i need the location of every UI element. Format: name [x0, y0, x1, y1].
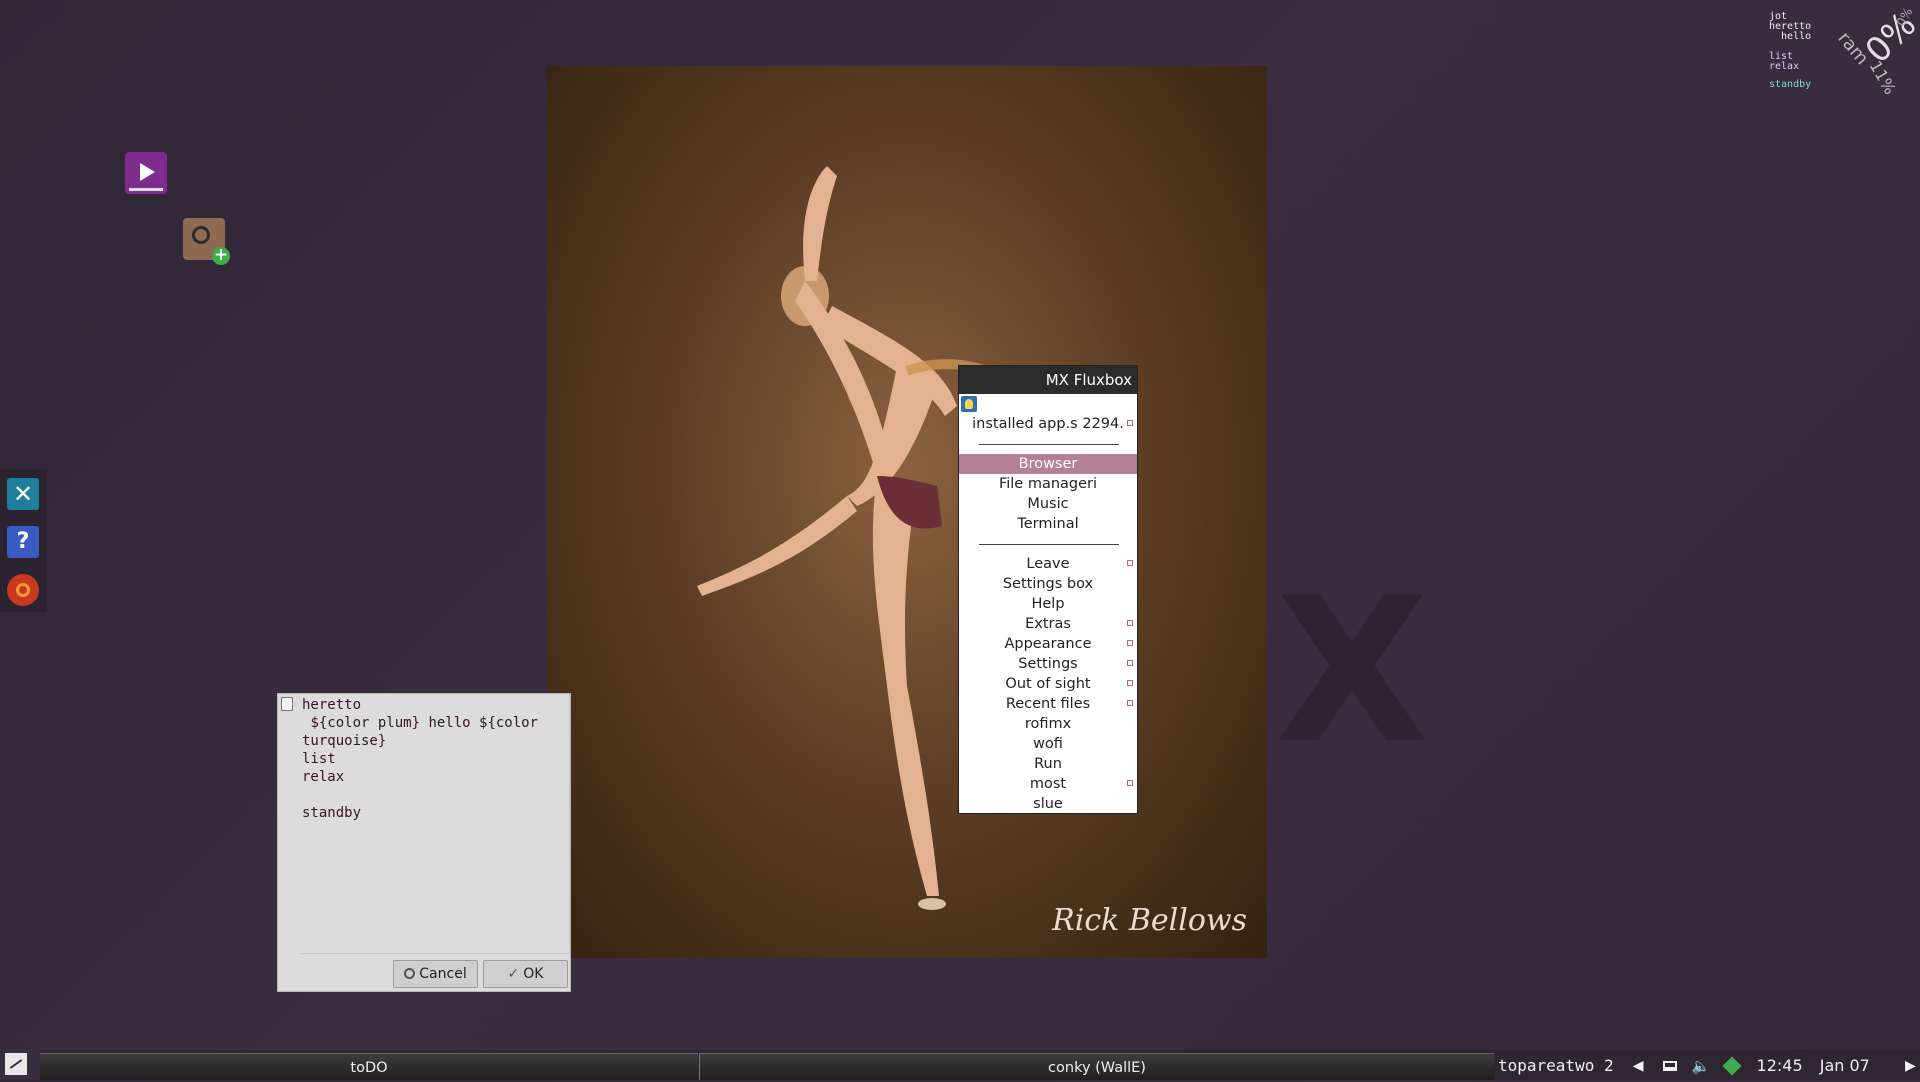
system-tray: topareatwo 2 ◀ 🔈 12:45 Jan 07 ▶ — [1498, 1052, 1920, 1078]
menu-item-label: Music — [1027, 496, 1069, 512]
task-button-todo[interactable]: toDO — [40, 1053, 698, 1080]
menu-item-installed-app-s-2294[interactable]: installed app.s 2294. — [959, 414, 1137, 434]
menu-separator — [979, 444, 1119, 445]
menu-item-label: Settings box — [1002, 576, 1094, 592]
todo-text-area[interactable] — [300, 694, 570, 954]
taskbar-edit-icon[interactable] — [4, 1052, 28, 1076]
network-icon[interactable] — [1722, 1055, 1742, 1076]
submenu-arrow-icon — [1127, 680, 1133, 686]
help-icon[interactable]: ? — [7, 526, 39, 558]
menu-item-label: Recent files — [1005, 696, 1091, 712]
submenu-arrow-icon — [1127, 640, 1133, 646]
clock-date[interactable]: Jan 07 — [1820, 1053, 1870, 1079]
menu-item-browser[interactable]: Browser — [959, 454, 1137, 474]
menu-item-file-manageri[interactable]: File manageri — [959, 474, 1137, 494]
dancer-figure — [697, 166, 1031, 910]
menu-item-run[interactable]: Run — [959, 754, 1137, 774]
menu-item-label: Appearance — [1004, 636, 1092, 652]
video-player-icon[interactable] — [125, 152, 167, 194]
menu-item-label: wofi — [1033, 736, 1063, 752]
submenu-arrow-icon — [1127, 560, 1133, 566]
menu-item-settings-box[interactable]: Settings box — [959, 574, 1137, 594]
menu-item-label: installed app.s 2294. — [972, 416, 1124, 432]
menu-item-slue[interactable]: slue — [959, 794, 1137, 814]
menu-item-leave[interactable]: Leave — [959, 554, 1137, 574]
menu-item-label: Extras — [1025, 616, 1071, 632]
menu-item-label: Browser — [1018, 456, 1078, 472]
ok-label: OK — [523, 966, 544, 982]
submenu-arrow-icon — [1127, 700, 1133, 706]
cancel-label: Cancel — [419, 966, 467, 982]
menu-item-wofi[interactable]: wofi — [959, 734, 1137, 754]
menu-item-label: most — [1029, 776, 1067, 792]
photographer-signature: Rick Bellows — [1052, 903, 1247, 938]
menu-item-label: Settings — [1018, 656, 1078, 672]
workspace-next-arrow-icon[interactable]: ▶ — [1905, 1053, 1916, 1079]
menu-item-label: Terminal — [1017, 516, 1079, 532]
volume-icon[interactable]: 🔈 — [1692, 1053, 1711, 1079]
menu-item-extras[interactable]: Extras — [959, 614, 1137, 634]
wallpaper-watermark: X — [1275, 555, 1429, 788]
submenu-arrow-icon — [1127, 620, 1133, 626]
menu-item-recent-files[interactable]: Recent files — [959, 694, 1137, 714]
menu-item-label: Run — [1034, 756, 1062, 772]
ok-button[interactable]: ✓ OK — [483, 960, 568, 988]
clock-time[interactable]: 12:45 — [1757, 1053, 1803, 1079]
settings-wheel-icon[interactable] — [7, 574, 39, 606]
document-icon — [281, 697, 293, 711]
menu-title: MX Fluxbox — [959, 366, 1137, 394]
ram-percent: 11% — [1865, 57, 1900, 98]
conky-notes-2: list relax — [1769, 51, 1800, 72]
menu-separator — [979, 544, 1119, 545]
conky-notes-3: standby — [1769, 79, 1812, 90]
menu-item-most[interactable]: most — [959, 774, 1137, 794]
menu-item-rofimx[interactable]: rofimx — [959, 714, 1137, 734]
workspace-prev-arrow-icon[interactable]: ◀ — [1633, 1053, 1644, 1079]
menu-item-label: Leave — [1026, 556, 1070, 572]
submenu-arrow-icon — [1127, 780, 1133, 786]
menu-item-label: Out of sight — [1005, 676, 1091, 692]
left-dock: ✕ ? — [0, 470, 47, 612]
menu-item-appearance[interactable]: Appearance — [959, 634, 1137, 654]
menu-item-label: Help — [1031, 596, 1065, 612]
tools-icon[interactable]: ✕ — [7, 478, 39, 510]
menu-item-label: slue — [1033, 796, 1063, 812]
workspace-name[interactable]: topareatwo 2 — [1498, 1053, 1614, 1079]
wallpaper-photo: Rick Bellows — [547, 66, 1267, 958]
menu-app-icon — [961, 396, 977, 412]
menu-item-label: File manageri — [998, 476, 1098, 492]
menu-item-settings[interactable]: Settings — [959, 654, 1137, 674]
task-button-conky[interactable]: conky (WallE) — [699, 1053, 1494, 1080]
cancel-button[interactable]: Cancel — [393, 960, 478, 988]
menu-item-label: rofimx — [1024, 716, 1072, 732]
todo-edit-dialog: Cancel ✓OK — [277, 693, 571, 992]
menu-item-out-of-sight[interactable]: Out of sight — [959, 674, 1137, 694]
cancel-icon — [404, 968, 416, 979]
submenu-arrow-icon — [1127, 420, 1133, 426]
checkmark-icon: ✓ — [507, 966, 520, 982]
conky-widget: jot heretto hello list relax standby 0% … — [1769, 5, 1920, 98]
fluxbox-root-menu: MX Fluxbox installed app.s 2294. Browser F… — [958, 365, 1138, 814]
menu-item-help[interactable]: Help — [959, 594, 1137, 614]
app-installer-icon[interactable]: + — [183, 218, 230, 265]
menu-item-music[interactable]: Music — [959, 494, 1137, 514]
menu-item-terminal[interactable]: Terminal — [959, 514, 1137, 534]
screen-icon[interactable] — [1662, 1060, 1677, 1071]
conky-notes-1: jot heretto hello — [1769, 11, 1812, 42]
submenu-arrow-icon — [1127, 660, 1133, 666]
